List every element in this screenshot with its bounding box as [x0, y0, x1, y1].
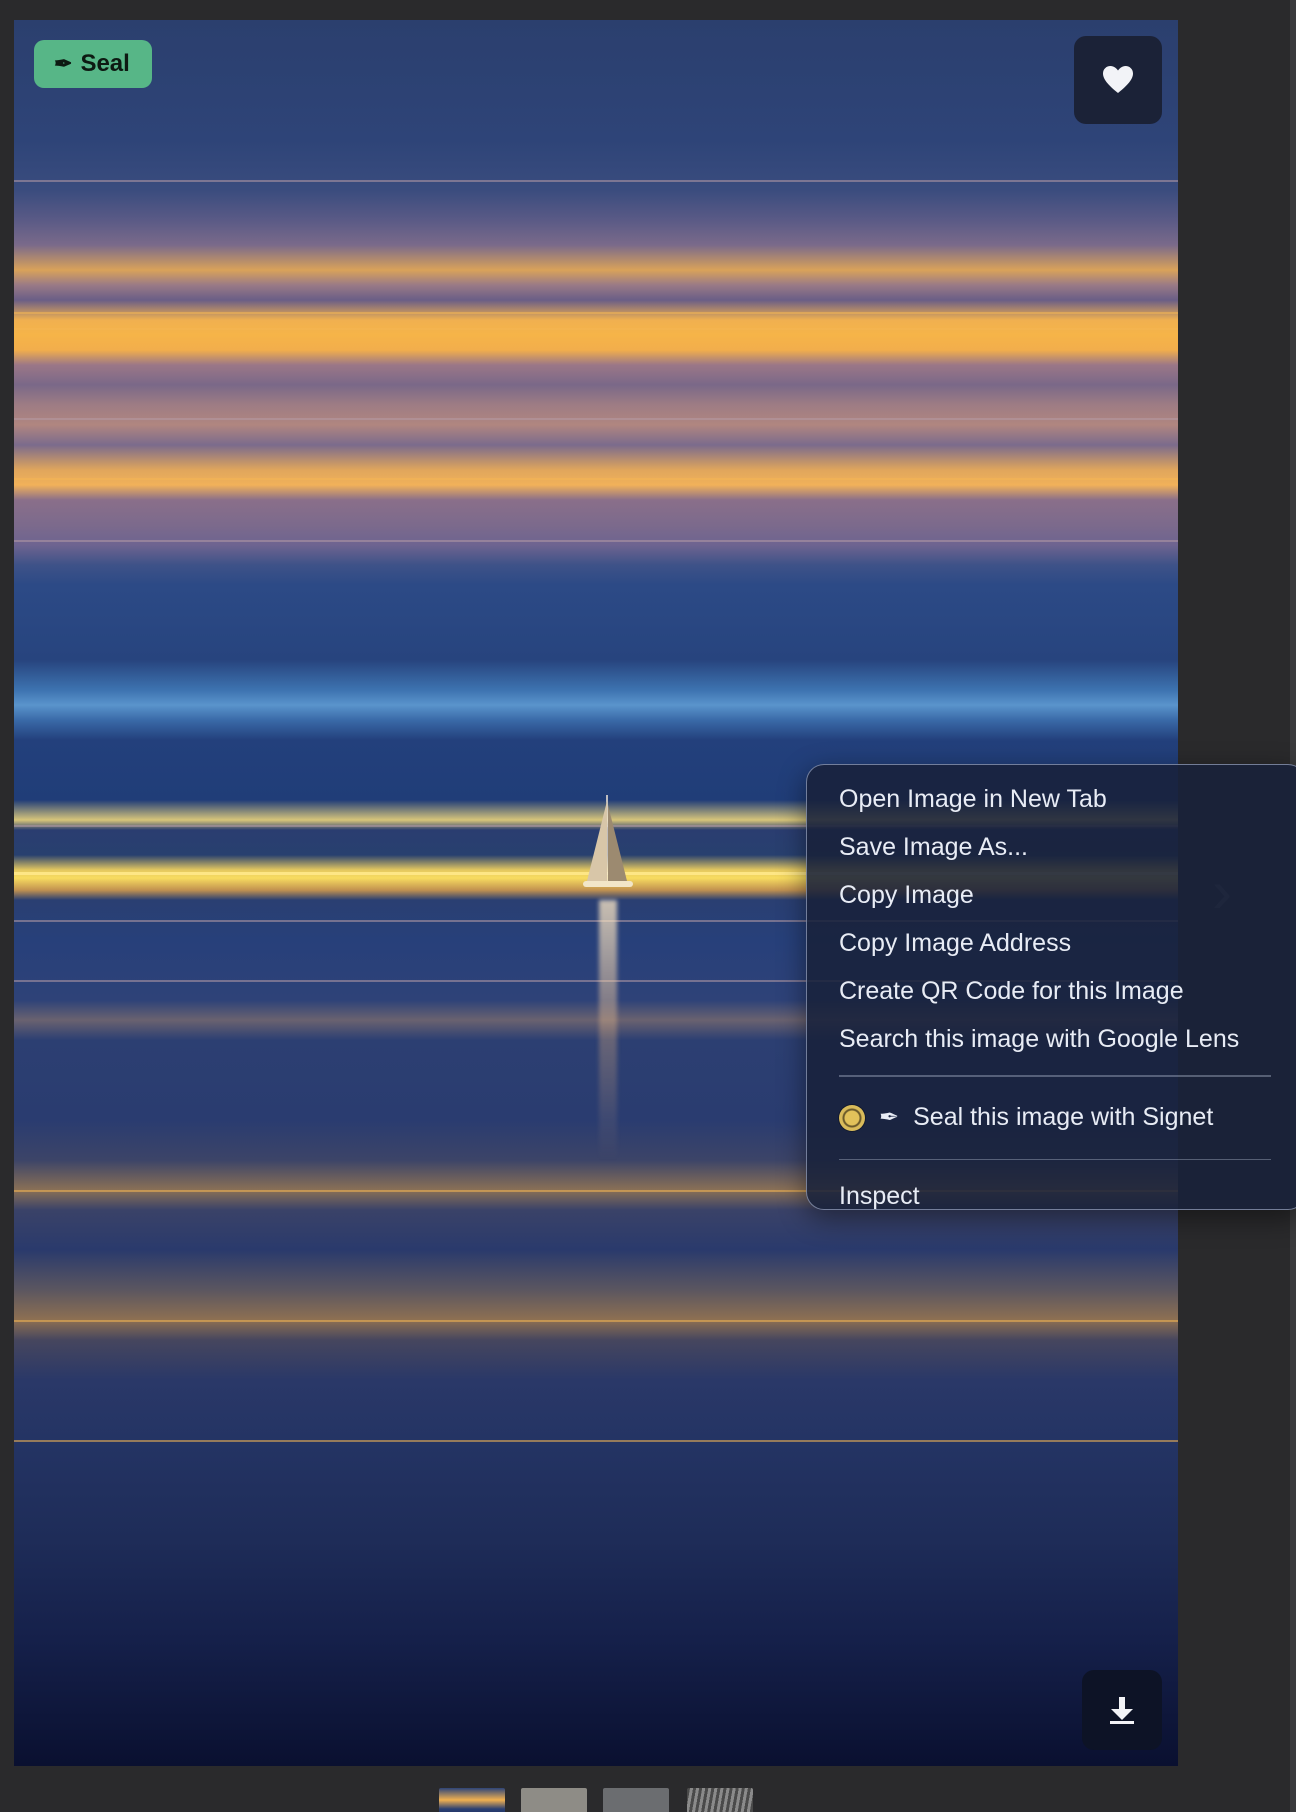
sailboat	[583, 795, 633, 887]
menu-item-copy-image-address[interactable]: Copy Image Address	[807, 919, 1296, 967]
download-icon	[1110, 1697, 1134, 1724]
menu-item-inspect[interactable]: Inspect	[807, 1172, 1296, 1220]
heart-icon	[1103, 66, 1133, 93]
fountain-pen-icon: ✒	[54, 51, 73, 76]
signet-coin-icon	[839, 1104, 865, 1131]
menu-separator	[839, 1158, 1271, 1160]
favorite-button[interactable]	[1074, 36, 1162, 124]
image-viewer-page: ✒ Seal › Open Image in New Tab Save Imag…	[0, 0, 1296, 1812]
download-button[interactable]	[1082, 1670, 1162, 1750]
menu-item-seal-with-signet-label: Seal this image with Signet	[913, 1103, 1214, 1131]
boat-reflection	[599, 900, 617, 1160]
thumbnail-4[interactable]	[687, 1788, 753, 1812]
menu-item-copy-image[interactable]: Copy Image	[807, 871, 1296, 919]
menu-item-save-image-as[interactable]: Save Image As...	[807, 823, 1296, 871]
menu-item-search-google-lens[interactable]: Search this image with Google Lens	[807, 1015, 1296, 1063]
menu-separator	[839, 1075, 1271, 1077]
fountain-pen-icon: ✒	[879, 1104, 900, 1131]
seal-button-label: Seal	[80, 50, 130, 77]
menu-item-open-image-new-tab[interactable]: Open Image in New Tab	[807, 775, 1296, 823]
menu-item-create-qr-code[interactable]: Create QR Code for this Image	[807, 967, 1296, 1015]
thumbnail-1[interactable]	[439, 1788, 505, 1812]
context-menu: Open Image in New Tab Save Image As... C…	[806, 764, 1296, 1210]
thumbnail-2[interactable]	[521, 1788, 587, 1812]
thumbnail-3[interactable]	[603, 1788, 669, 1812]
seal-button[interactable]: ✒ Seal	[34, 40, 152, 88]
menu-item-seal-with-signet[interactable]: ✒ Seal this image with Signet	[807, 1089, 1296, 1147]
